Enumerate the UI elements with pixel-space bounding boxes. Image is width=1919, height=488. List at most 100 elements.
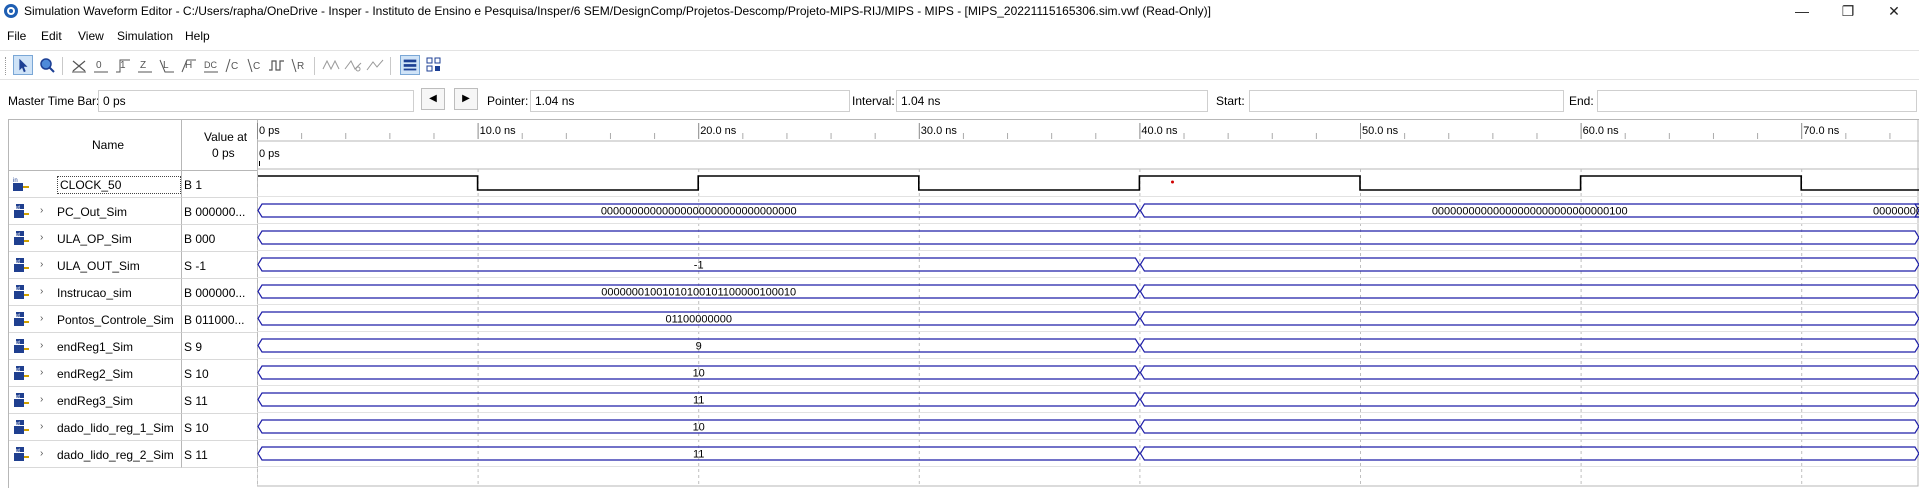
pointer-field[interactable]: 1.04 ns xyxy=(530,90,850,112)
end-field[interactable] xyxy=(1597,90,1917,112)
bus-value-label: 00000000000000000000000000000100 xyxy=(1432,206,1628,218)
signal-value: S 11 xyxy=(184,448,208,462)
end-label: End: xyxy=(1569,94,1594,108)
uninitialized-icon[interactable] xyxy=(69,55,89,75)
time-tick-label: 30.0 ns xyxy=(921,125,958,137)
output-pin-icon: out xyxy=(13,420,29,434)
svg-text:out: out xyxy=(13,286,21,292)
expand-chevron-icon[interactable]: › xyxy=(40,232,43,243)
bus-segment xyxy=(1139,311,1919,326)
svg-text:out: out xyxy=(13,394,21,400)
start-field[interactable] xyxy=(1249,90,1564,112)
menu-file[interactable]: File xyxy=(7,29,26,43)
bus-segment xyxy=(1139,257,1919,272)
bus-segment xyxy=(1139,419,1919,434)
signal-row[interactable]: out › dado_lido_reg_1_Sim S 10 xyxy=(9,414,258,441)
bus-segment xyxy=(1139,446,1919,461)
count-value-icon[interactable]: C xyxy=(245,55,265,75)
settings-grid-icon[interactable] xyxy=(424,55,444,75)
svg-text:C: C xyxy=(231,61,238,72)
grid-view-icon[interactable] xyxy=(400,55,420,75)
high-impedance-icon[interactable]: Z xyxy=(135,55,155,75)
bus-value-label: 11 xyxy=(693,449,704,461)
bus-value-label: 11 xyxy=(693,395,704,407)
svg-text:Z: Z xyxy=(140,60,146,71)
interval-field[interactable]: 1.04 ns xyxy=(896,90,1208,112)
bus-segment xyxy=(1139,338,1919,353)
bus-segment xyxy=(1139,392,1919,407)
snap-to-grid-icon[interactable] xyxy=(343,55,363,75)
menu-edit[interactable]: Edit xyxy=(41,29,62,43)
signal-row[interactable]: out › ULA_OP_Sim B 000 xyxy=(9,225,258,252)
master-time-bar-field[interactable]: 0 ps xyxy=(98,90,414,112)
signal-value: B 000 xyxy=(184,232,216,246)
expand-chevron-icon[interactable]: › xyxy=(40,367,43,378)
menu-view[interactable]: View xyxy=(78,29,104,43)
toolbar: 0 1 Z L H DC C C R xyxy=(0,50,1919,80)
previous-transition-button[interactable]: ◀ xyxy=(421,88,445,110)
bus-segment xyxy=(1139,284,1919,299)
signal-row[interactable]: out › Instrucao_sim B 000000... xyxy=(9,279,258,306)
force-low-icon[interactable]: 0 xyxy=(91,55,111,75)
menu-help[interactable]: Help xyxy=(185,29,210,43)
selection-tool-icon[interactable] xyxy=(13,55,33,75)
expand-chevron-icon[interactable]: › xyxy=(40,421,43,432)
toolbar-grip[interactable] xyxy=(5,57,9,75)
bus-value-label: 9 xyxy=(696,341,702,353)
svg-text:out: out xyxy=(13,259,21,265)
svg-text:R: R xyxy=(297,61,304,72)
zoom-tool-icon[interactable] xyxy=(37,55,57,75)
expand-chevron-icon[interactable]: › xyxy=(40,340,43,351)
interval-value: 1.04 ns xyxy=(901,94,941,108)
signal-name: endReg1_Sim xyxy=(57,340,134,354)
invert-icon[interactable]: C xyxy=(223,55,243,75)
signal-row[interactable]: out › endReg3_Sim S 11 xyxy=(9,387,258,414)
signal-value: B 011000... xyxy=(184,313,245,327)
window-title: Simulation Waveform Editor - C:/Users/ra… xyxy=(24,4,1211,18)
expand-chevron-icon[interactable]: › xyxy=(40,448,43,459)
output-pin-icon: out xyxy=(13,312,29,326)
weak-high-icon[interactable]: H xyxy=(179,55,199,75)
signal-name: endReg3_Sim xyxy=(57,394,134,408)
signal-row[interactable]: out › endReg1_Sim S 9 xyxy=(9,333,258,360)
next-transition-button[interactable]: ▶ xyxy=(454,88,478,110)
random-value-icon[interactable] xyxy=(321,55,341,75)
time-bar: Master Time Bar: 0 ps ◀ ▶ Pointer: 1.04 … xyxy=(0,85,1919,115)
clock-waveform xyxy=(258,175,1919,191)
signal-name: PC_Out_Sim xyxy=(57,205,128,219)
expand-chevron-icon[interactable]: › xyxy=(40,313,43,324)
expand-chevron-icon[interactable]: › xyxy=(40,259,43,270)
signal-row[interactable]: in CLOCK_50 B 1 xyxy=(9,171,258,198)
svg-text:out: out xyxy=(13,448,21,454)
dont-care-icon[interactable]: DC xyxy=(201,55,221,75)
arbitrary-value-icon[interactable]: R xyxy=(289,55,309,75)
toolbar-separator xyxy=(390,57,391,75)
svg-text:out: out xyxy=(13,367,21,373)
signal-row[interactable]: out › endReg2_Sim S 10 xyxy=(9,360,258,387)
signal-row[interactable]: out › Pontos_Controle_Sim B 011000... xyxy=(9,306,258,333)
close-button[interactable]: ✕ xyxy=(1871,0,1917,22)
start-label: Start: xyxy=(1216,94,1245,108)
clock-value-icon[interactable] xyxy=(267,55,287,75)
signal-value: B 000000... xyxy=(184,286,246,300)
force-high-icon[interactable]: 1 xyxy=(113,55,133,75)
group-icon[interactable] xyxy=(365,55,385,75)
expand-chevron-icon[interactable]: › xyxy=(40,205,43,216)
signal-row[interactable]: out › PC_Out_Sim B 000000... xyxy=(9,198,258,225)
value-column-header[interactable]: Value at 0 ps xyxy=(182,120,258,171)
pointer-value: 1.04 ns xyxy=(535,94,575,108)
expand-chevron-icon[interactable]: › xyxy=(40,286,43,297)
name-column-header[interactable]: Name xyxy=(9,120,182,171)
waveform-panel[interactable]: 0 ps 10.0 ns 20.0 ns 30.0 ns 40.0 ns 50.0 ns 6… xyxy=(257,119,1919,487)
signal-row[interactable]: out › dado_lido_reg_2_Sim S 11 xyxy=(9,441,258,468)
menu-simulation[interactable]: Simulation xyxy=(117,29,173,43)
maximize-button[interactable]: ❐ xyxy=(1825,0,1871,22)
expand-chevron-icon[interactable]: › xyxy=(40,394,43,405)
minimize-button[interactable]: — xyxy=(1779,0,1825,22)
svg-text:DC: DC xyxy=(204,60,217,70)
quartus-app-icon xyxy=(4,4,18,18)
name-column-title: Name xyxy=(92,138,125,152)
time-tick-label: 50.0 ns xyxy=(1362,125,1399,137)
signal-row[interactable]: out › ULA_OUT_Sim S -1 xyxy=(9,252,258,279)
weak-low-icon[interactable]: L xyxy=(157,55,177,75)
